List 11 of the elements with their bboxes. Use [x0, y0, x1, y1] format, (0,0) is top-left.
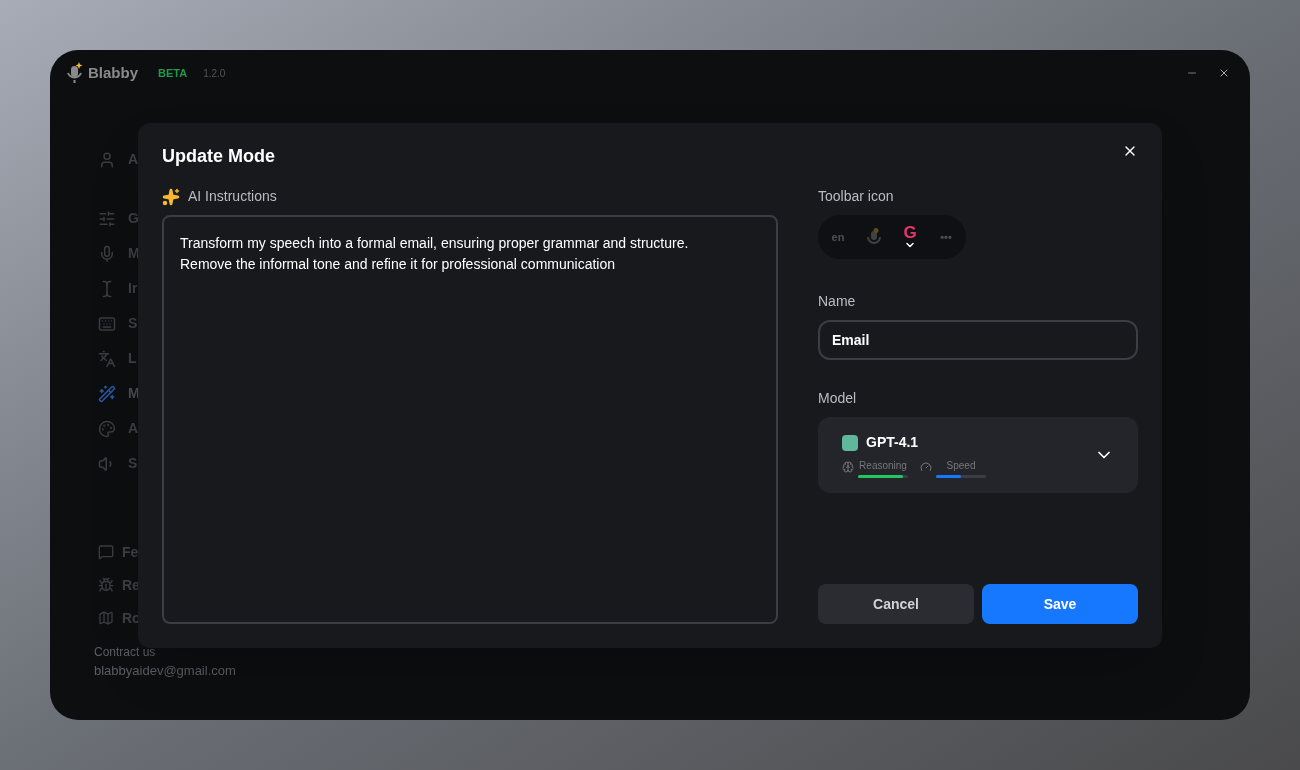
name-label: Name [818, 292, 857, 311]
toolbar-icon-label: Toolbar icon [818, 187, 895, 206]
beta-label: BETA [158, 65, 188, 81]
model-label: Model [818, 389, 858, 408]
version-text: 1.2.0 [203, 66, 226, 81]
contact-label: Contract us [94, 643, 157, 661]
dialog-title: Update Mode [162, 145, 275, 168]
instructions-label: AI Instructions [188, 187, 277, 206]
meter-label: Reasoning [858, 461, 908, 471]
app-name: Blabby [88, 62, 138, 83]
meter-label: Speed [945, 461, 977, 471]
